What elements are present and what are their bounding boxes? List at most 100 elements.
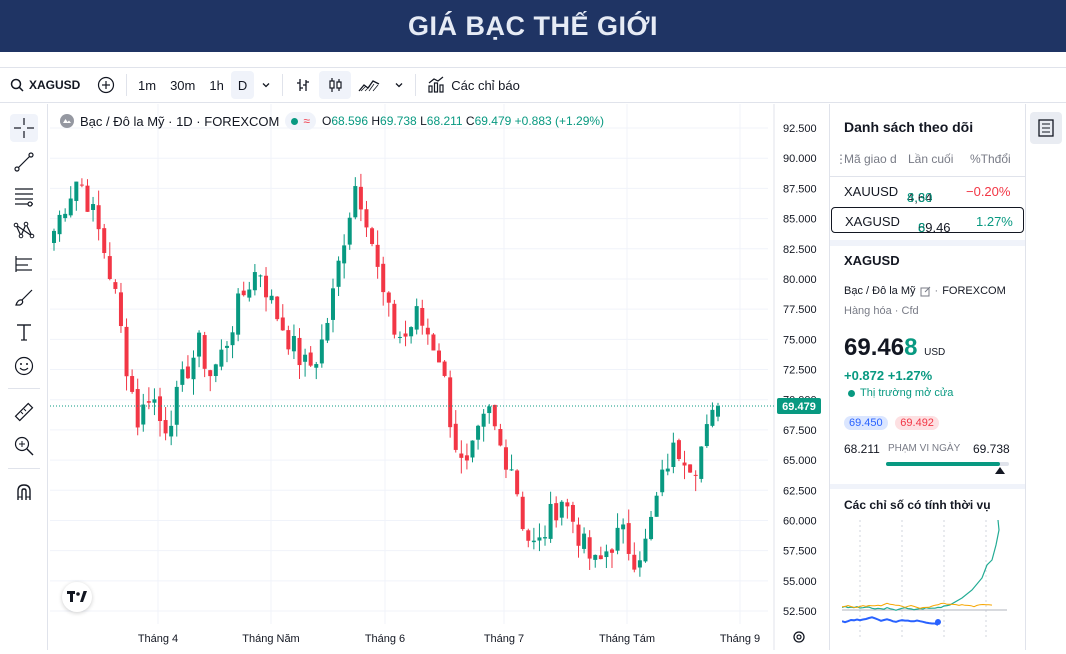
candle-body	[637, 560, 642, 568]
tools-divider	[8, 468, 40, 469]
row-symbol: XAUUSD	[844, 184, 899, 199]
candles-style-button[interactable]	[319, 71, 352, 99]
ruler-tool[interactable]	[10, 398, 38, 426]
candle-body	[308, 352, 313, 366]
emoji-tool[interactable]	[10, 352, 38, 380]
chart-type-dropdown[interactable]	[387, 68, 411, 102]
candle-body	[593, 554, 598, 560]
magnet-icon	[17, 484, 31, 500]
candle-body	[297, 337, 302, 366]
compare-button[interactable]	[90, 68, 122, 102]
seasonal-chart[interactable]	[842, 520, 1012, 640]
candle-body	[492, 404, 497, 427]
indicators-button[interactable]: Các chỉ báo	[420, 68, 527, 102]
x-tick-label: Tháng 7	[484, 633, 524, 645]
range-fill	[886, 462, 1001, 466]
interval-1h[interactable]: 1h	[202, 68, 230, 102]
price-chart[interactable]: 92.500 90.000 87.500 85.000 82.500 80.000 77.5…	[50, 104, 825, 650]
row-last-tail: 8.30	[907, 190, 933, 205]
area-chart-icon	[358, 80, 380, 92]
banner-title: GIÁ BẠC THẾ GIỚI	[407, 10, 659, 41]
candle-body	[118, 292, 123, 327]
seasonal-divider	[830, 484, 1025, 489]
candle-body	[587, 537, 592, 559]
area-style-button[interactable]	[351, 68, 387, 102]
brush-tool[interactable]	[10, 284, 38, 312]
magnet-tool[interactable]	[10, 478, 38, 506]
candle-body	[526, 530, 531, 541]
details-category2: Cfd	[901, 305, 919, 317]
candle-body	[375, 244, 380, 267]
external-link-icon[interactable]	[920, 286, 931, 297]
status-dot-icon	[848, 389, 855, 397]
candle-body	[716, 405, 720, 417]
details-category: Hàng hóa	[844, 305, 892, 317]
candle-body	[537, 537, 542, 541]
text-tool[interactable]	[10, 318, 38, 346]
watchlist-row-xauusd[interactable]: XAUUSD 4,64 8.30 −0.20%	[830, 178, 1025, 205]
interval-30m[interactable]: 30m	[163, 68, 202, 102]
y-tick-label: 62.500	[783, 485, 817, 497]
candle-body	[503, 447, 508, 470]
candle-body	[386, 292, 391, 303]
candlestick-chart[interactable]: 92.500 90.000 87.500 85.000 82.500 80.000 77.5…	[50, 104, 825, 650]
candle-body	[219, 349, 224, 367]
page-banner: GIÁ BẠC THẾ GIỚI	[0, 0, 1066, 52]
candle-body	[464, 455, 469, 461]
candle-body	[107, 256, 112, 279]
candle-body	[336, 260, 341, 287]
watchlist-row-xagusd[interactable]: XAGUSD 69.46 8 1.27%	[831, 207, 1024, 235]
candle-body	[582, 533, 587, 549]
pattern-tool[interactable]	[10, 216, 38, 244]
candle-body	[414, 306, 419, 330]
interval-1m[interactable]: 1m	[131, 68, 163, 102]
bar-style-button[interactable]	[287, 68, 319, 102]
chart-settings-button[interactable]	[792, 630, 806, 649]
projection-tool[interactable]	[10, 250, 38, 278]
price-currency: USD	[924, 347, 946, 358]
zoom-tool[interactable]	[10, 432, 38, 460]
candle-body	[241, 290, 246, 296]
crosshair-tool[interactable]	[10, 114, 38, 142]
fib-tool[interactable]	[10, 182, 38, 210]
candle-body	[213, 364, 218, 376]
candle-body	[347, 217, 352, 245]
symbol-search[interactable]: XAGUSD	[0, 68, 90, 102]
tradingview-logo[interactable]	[62, 582, 92, 612]
candle-body	[79, 184, 84, 186]
y-tick-label: 87.500	[783, 183, 817, 195]
candle-body	[286, 330, 291, 350]
change-pct: +1.27%	[887, 368, 933, 383]
approx-icon: ≈	[303, 114, 310, 128]
y-tick-label: 52.500	[783, 606, 817, 618]
candle-body	[604, 551, 609, 558]
details-desc[interactable]: Bạc / Đô la Mỹ	[844, 285, 916, 297]
watchlist-toggle-button[interactable]	[1030, 112, 1062, 144]
seasonal-title[interactable]: Các chỉ số có tính thời vụ	[844, 498, 991, 512]
x-tick-label: Tháng 9	[720, 633, 760, 645]
interval-d[interactable]: D	[230, 71, 255, 99]
header-change[interactable]: %Thđổi	[970, 152, 1011, 166]
candle-body	[531, 540, 536, 543]
header-symbol[interactable]: Mã giao d	[844, 152, 897, 166]
candle-body	[63, 213, 68, 219]
candle-body	[191, 357, 196, 380]
chevron-down-icon	[262, 83, 270, 88]
header-last[interactable]: Lần cuối	[908, 152, 953, 166]
interval-dropdown[interactable]	[254, 68, 278, 102]
candle-body	[85, 185, 90, 212]
drawing-toolbar	[0, 104, 48, 650]
x-tick-label: Tháng 6	[365, 633, 405, 645]
candle-body	[314, 364, 319, 368]
trend-line-tool[interactable]	[10, 148, 38, 176]
high-label: H	[371, 114, 381, 128]
candle-body	[370, 228, 375, 244]
seasonal-end-dot	[935, 619, 941, 625]
candle-body	[124, 326, 129, 377]
close-value: 69.479	[474, 114, 512, 128]
details-symbol[interactable]: XAGUSD	[844, 253, 900, 268]
ohlc-values: O68.596 H69.738 L68.211 C69.479 +0.883 (…	[322, 114, 604, 128]
candle-body	[252, 272, 257, 291]
candle-body	[448, 377, 453, 428]
candle-body	[113, 282, 118, 289]
